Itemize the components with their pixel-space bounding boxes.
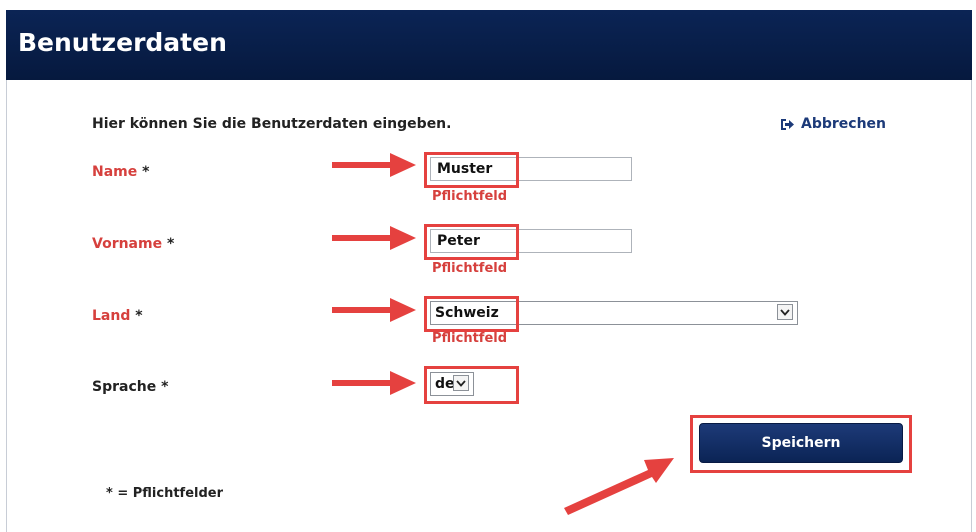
land-label: Land * xyxy=(92,308,143,324)
arrow-icon xyxy=(332,226,416,250)
name-label: Name * xyxy=(92,164,150,180)
required-mark: * xyxy=(135,308,143,324)
vorname-label: Vorname * xyxy=(92,236,175,252)
name-error: Pflichtfeld xyxy=(432,189,508,204)
land-error: Pflichtfeld xyxy=(432,331,508,346)
page-title: Benutzerdaten xyxy=(18,28,227,57)
arrow-icon xyxy=(332,298,416,322)
arrow-icon xyxy=(332,371,416,395)
land-highlight xyxy=(424,296,519,332)
arrow-icon xyxy=(332,153,416,177)
chevron-down-icon[interactable] xyxy=(777,304,793,320)
name-highlight xyxy=(424,152,519,188)
vorname-error: Pflichtfeld xyxy=(432,261,508,276)
intro-text: Hier können Sie die Benutzerdaten eingeb… xyxy=(92,116,452,132)
vorname-highlight xyxy=(424,224,519,260)
required-mark: * xyxy=(166,236,175,252)
arrow-icon xyxy=(564,458,674,515)
save-button[interactable]: Speichern xyxy=(699,423,903,463)
required-mark: * xyxy=(142,164,150,180)
required-legend: * = Pflichtfelder xyxy=(106,486,223,501)
cancel-link-label: Abbrechen xyxy=(801,116,887,132)
cancel-link[interactable]: Abbrechen xyxy=(780,116,886,132)
sprache-label: Sprache * xyxy=(92,379,169,395)
sign-out-icon xyxy=(780,118,795,131)
required-mark: * xyxy=(161,379,169,395)
header-bar: Benutzerdaten xyxy=(6,10,972,80)
sprache-highlight xyxy=(424,366,519,404)
